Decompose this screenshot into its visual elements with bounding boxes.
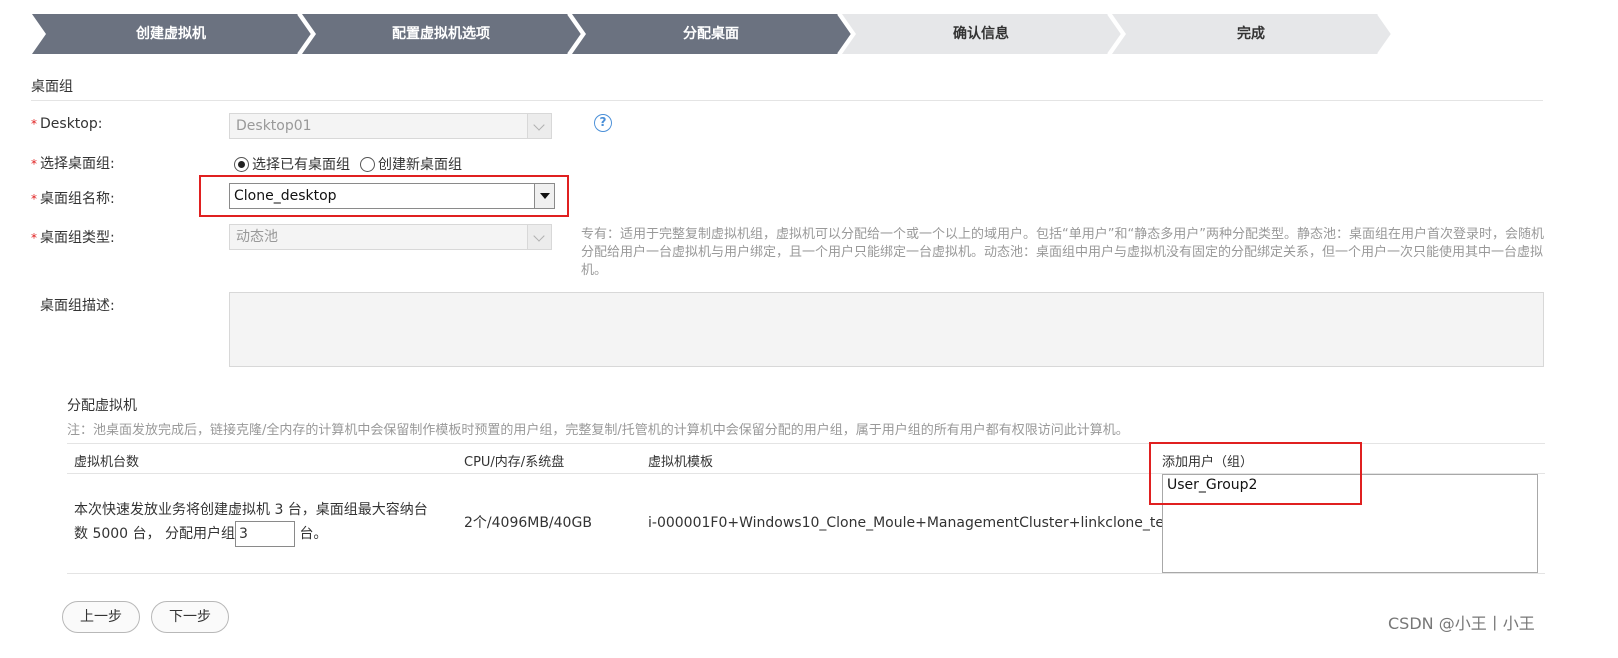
table-row-count: 本次快速发放业务将创建虚拟机 3 台，桌面组最大容纳台 数 5000 台， 分配… xyxy=(74,499,454,547)
watermark: CSDN @小王丨小王 xyxy=(1388,614,1535,633)
step-assign-desktop: 分配桌面 xyxy=(683,26,739,42)
dropdown-arrow-icon[interactable] xyxy=(534,184,554,208)
chevron-down-icon xyxy=(527,225,551,249)
step-finish: 完成 xyxy=(1237,26,1265,42)
help-icon[interactable]: ? xyxy=(594,114,612,132)
group-desc-label: 桌面组描述: xyxy=(40,298,115,314)
step-confirm: 确认信息 xyxy=(953,26,1009,42)
group-name-label: * 桌面组名称: xyxy=(31,191,115,207)
chevron-down-icon xyxy=(527,114,551,138)
radio-existing-group[interactable] xyxy=(234,156,249,172)
group-type-label: * 桌面组类型: xyxy=(31,230,115,246)
allocate-note: 注：池桌面发放完成后，链接克隆/全内存的计算机中会保留制作模板时预置的用户组，完… xyxy=(67,423,1129,438)
group-name-combo[interactable]: Clone_desktop xyxy=(229,183,555,209)
desktop-label: * Desktop: xyxy=(31,116,103,132)
group-name-value: Clone_desktop xyxy=(234,188,337,204)
step-create-vm: 创建虚拟机 xyxy=(136,26,206,42)
count-text-3: 台。 xyxy=(299,526,328,542)
allocate-title: 分配虚拟机 xyxy=(67,398,137,414)
wizard-steps: 创建虚拟机 配置虚拟机选项 分配桌面 确认信息 完成 xyxy=(32,14,1432,54)
count-text-1: 本次快速发放业务将创建虚拟机 3 台，桌面组最大容纳台 xyxy=(74,502,428,518)
th-template: 虚拟机模板 xyxy=(648,455,714,470)
next-button[interactable]: 下一步 xyxy=(151,601,229,633)
group-desc-textarea[interactable] xyxy=(229,292,1544,367)
row-template: i-000001F0+Windows10_Clone_Moule+Managem… xyxy=(648,515,1178,531)
user-group-count-input[interactable]: 3 xyxy=(234,521,295,547)
radio-new-group-label[interactable]: 创建新桌面组 xyxy=(378,154,462,174)
row-spec: 2个/4096MB/40GB xyxy=(464,515,592,531)
group-type-help-text: 专有：适用于完整复制虚拟机组，虚拟机可以分配给一个或一个以上的域用户。包括“单用… xyxy=(581,227,1544,278)
count-text-2: 数 5000 台， 分配用户组 xyxy=(74,526,235,542)
desktop-select: Desktop01 xyxy=(229,113,552,139)
radio-existing-group-label[interactable]: 选择已有桌面组 xyxy=(252,154,350,174)
group-type-select: 动态池 xyxy=(229,224,552,250)
th-spec: CPU/内存/系统盘 xyxy=(464,455,565,470)
select-group-radios: 选择已有桌面组 创建新桌面组 xyxy=(234,154,472,174)
group-type-value: 动态池 xyxy=(236,229,278,245)
th-vm-count: 虚拟机台数 xyxy=(74,455,140,470)
select-group-label: * 选择桌面组: xyxy=(31,156,115,172)
table-bottom-divider xyxy=(67,573,1545,574)
prev-button[interactable]: 上一步 xyxy=(62,601,140,633)
step-configure-vm: 配置虚拟机选项 xyxy=(392,26,490,42)
desktop-select-value: Desktop01 xyxy=(236,118,312,134)
section-title: 桌面组 xyxy=(31,79,73,95)
section-divider xyxy=(31,100,1543,101)
highlight-add-users xyxy=(1149,442,1362,505)
radio-new-group[interactable] xyxy=(360,156,375,172)
